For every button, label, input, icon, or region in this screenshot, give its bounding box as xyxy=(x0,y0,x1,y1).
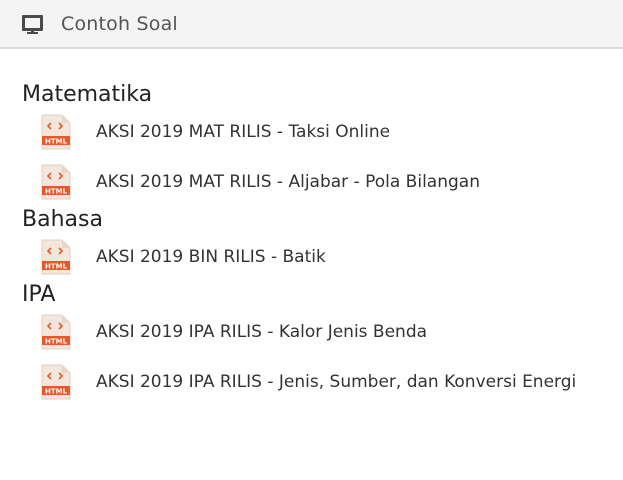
list-item[interactable]: HTML AKSI 2019 IPA RILIS - Jenis, Sumber… xyxy=(0,357,623,407)
file-type-badge: HTML xyxy=(45,188,68,196)
list-item[interactable]: HTML AKSI 2019 BIN RILIS - Batik xyxy=(0,232,623,282)
page-title: Contoh Soal xyxy=(61,12,178,35)
html-file-icon[interactable]: HTML xyxy=(41,239,71,275)
html-file-icon[interactable]: HTML xyxy=(41,364,71,400)
list-item[interactable]: HTML AKSI 2019 MAT RILIS - Aljabar - Pol… xyxy=(0,157,623,207)
monitor-icon xyxy=(22,14,43,34)
file-type-badge: HTML xyxy=(45,138,68,146)
section-bahasa: Bahasa HTML AKSI 2019 BIN RILIS - Batik xyxy=(0,207,623,282)
content-list: Matematika HTML AKSI 2019 MAT RILIS - Ta… xyxy=(0,49,623,407)
html-file-icon[interactable]: HTML xyxy=(41,314,71,350)
file-type-badge: HTML xyxy=(45,263,68,271)
item-link[interactable]: AKSI 2019 BIN RILIS - Batik xyxy=(96,247,326,267)
list-item[interactable]: HTML AKSI 2019 MAT RILIS - Taksi Online xyxy=(0,107,623,157)
html-file-icon[interactable]: HTML xyxy=(41,164,71,200)
file-type-badge: HTML xyxy=(45,388,68,396)
section-title: Matematika xyxy=(22,82,153,107)
file-type-badge: HTML xyxy=(45,338,68,346)
item-link[interactable]: AKSI 2019 MAT RILIS - Taksi Online xyxy=(96,122,390,142)
item-link[interactable]: AKSI 2019 IPA RILIS - Jenis, Sumber, dan… xyxy=(96,372,576,392)
section-title: IPA xyxy=(22,282,56,307)
page-header: Contoh Soal xyxy=(0,0,623,49)
list-item[interactable]: HTML AKSI 2019 IPA RILIS - Kalor Jenis B… xyxy=(0,307,623,357)
html-file-icon[interactable]: HTML xyxy=(41,114,71,150)
section-ipa: IPA HTML AKSI 2019 IPA RILIS - Kalor Jen… xyxy=(0,282,623,407)
section-matematika: Matematika HTML AKSI 2019 MAT RILIS - Ta… xyxy=(0,82,623,207)
item-link[interactable]: AKSI 2019 IPA RILIS - Kalor Jenis Benda xyxy=(96,322,427,342)
item-link[interactable]: AKSI 2019 MAT RILIS - Aljabar - Pola Bil… xyxy=(96,172,480,192)
section-title: Bahasa xyxy=(22,207,103,232)
